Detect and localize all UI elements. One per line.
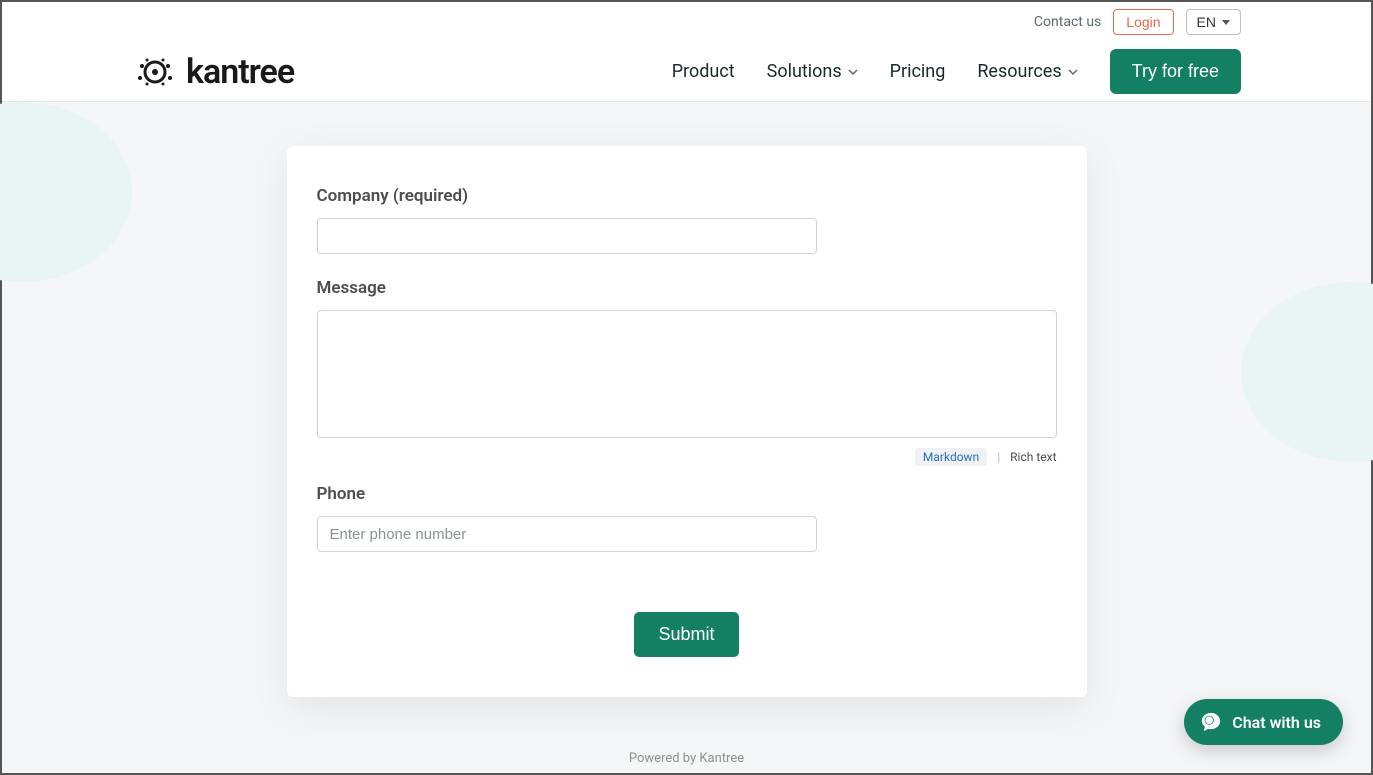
company-input[interactable] bbox=[317, 218, 817, 254]
message-field-group: Message Markdown | Rich text bbox=[317, 278, 1057, 466]
message-textarea[interactable] bbox=[317, 310, 1057, 438]
chat-bubble-icon bbox=[1200, 711, 1222, 733]
nav-solutions[interactable]: Solutions bbox=[767, 61, 858, 82]
nav-resources[interactable]: Resources bbox=[977, 61, 1077, 82]
chat-widget[interactable]: Chat with us bbox=[1184, 699, 1343, 745]
contact-us-link[interactable]: Contact us bbox=[1034, 14, 1101, 30]
company-label: Company (required) bbox=[317, 186, 1057, 206]
try-for-free-button[interactable]: Try for free bbox=[1110, 49, 1241, 94]
language-label: EN bbox=[1197, 14, 1216, 30]
form-container: Company (required) Message Markdown | Ri… bbox=[2, 102, 1371, 697]
phone-label: Phone bbox=[317, 484, 1057, 504]
nav-links: Product Solutions Pricing Resources Try … bbox=[672, 49, 1241, 94]
editor-mode-separator: | bbox=[997, 450, 1000, 464]
submit-button[interactable]: Submit bbox=[634, 612, 738, 657]
markdown-mode[interactable]: Markdown bbox=[915, 448, 987, 466]
chevron-down-icon bbox=[1068, 67, 1078, 77]
header: kantree Product Solutions Pricing Resour… bbox=[2, 42, 1371, 102]
caret-down-icon bbox=[1222, 20, 1230, 25]
phone-field-group: Phone bbox=[317, 484, 1057, 552]
nav-resources-label: Resources bbox=[977, 61, 1061, 82]
chevron-down-icon bbox=[848, 67, 858, 77]
phone-input[interactable] bbox=[317, 516, 817, 552]
language-select[interactable]: EN bbox=[1186, 9, 1241, 35]
logo-swirl-icon bbox=[132, 54, 178, 90]
richtext-mode[interactable]: Rich text bbox=[1010, 450, 1056, 464]
topbar: Contact us Login EN bbox=[2, 2, 1371, 42]
login-button[interactable]: Login bbox=[1113, 9, 1173, 35]
submit-row: Submit bbox=[317, 612, 1057, 657]
message-label: Message bbox=[317, 278, 1057, 298]
nav-product[interactable]: Product bbox=[672, 61, 735, 82]
nav-pricing[interactable]: Pricing bbox=[890, 61, 946, 82]
contact-form-card: Company (required) Message Markdown | Ri… bbox=[287, 146, 1087, 697]
powered-by: Powered by Kantree bbox=[2, 751, 1371, 766]
company-field-group: Company (required) bbox=[317, 186, 1057, 254]
logo[interactable]: kantree bbox=[132, 52, 294, 92]
editor-mode-switch: Markdown | Rich text bbox=[317, 448, 1057, 466]
brand-name: kantree bbox=[186, 52, 294, 92]
chat-widget-label: Chat with us bbox=[1232, 713, 1321, 732]
nav-solutions-label: Solutions bbox=[767, 61, 842, 82]
